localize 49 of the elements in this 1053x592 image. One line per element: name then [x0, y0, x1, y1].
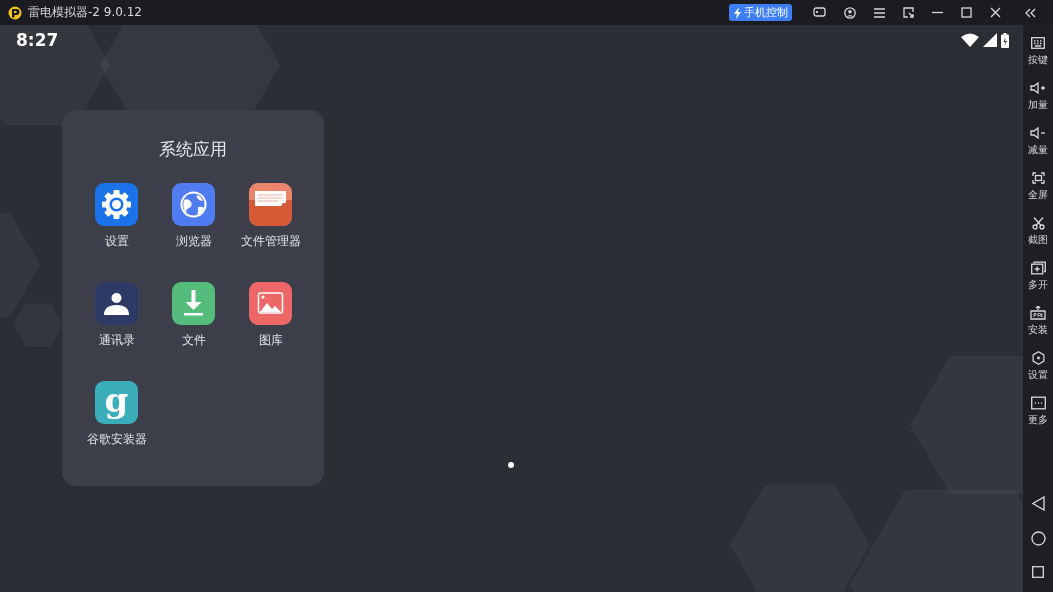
user-icon[interactable]	[844, 6, 856, 19]
app-logo-icon	[8, 5, 22, 20]
globe-icon[interactable]	[172, 183, 215, 226]
maximize-icon[interactable]	[961, 7, 972, 18]
battery-icon	[1001, 32, 1009, 48]
wifi-icon	[961, 33, 979, 47]
add-window-icon	[1030, 261, 1046, 275]
toolbar-button[interactable]: 设置	[1023, 351, 1053, 396]
app-label[interactable]: 通讯录	[98, 333, 135, 348]
gear-icon[interactable]	[95, 183, 138, 226]
signal-icon	[983, 33, 997, 47]
app-label[interactable]: 设置	[104, 234, 129, 249]
toolbar-button[interactable]: 多开	[1023, 261, 1053, 306]
toolbar-button[interactable]: 减量	[1023, 126, 1053, 171]
menu-icon[interactable]	[874, 7, 885, 18]
person-icon[interactable]	[95, 282, 138, 325]
speaker-minus-icon	[1030, 126, 1046, 140]
phone-control-button[interactable]: 手机控制	[729, 4, 792, 21]
more-icon	[1030, 396, 1046, 410]
fullscreen-icon	[1031, 171, 1045, 185]
install-package-icon	[1030, 306, 1046, 320]
app-label[interactable]: 浏览器	[175, 234, 212, 249]
speaker-plus-icon	[1030, 81, 1046, 95]
recents-icon[interactable]	[1032, 566, 1044, 578]
toolbar-button[interactable]: 按键	[1023, 36, 1053, 81]
scissors-icon	[1031, 216, 1045, 230]
window-arrow-icon[interactable]	[903, 7, 914, 18]
home-icon[interactable]	[1030, 531, 1046, 546]
lightning-icon	[733, 6, 742, 19]
app-label[interactable]: 文件管理器	[240, 234, 301, 249]
double-chevron-icon[interactable]	[1025, 7, 1036, 18]
close-icon[interactable]	[990, 7, 1001, 18]
hexagon-settings-icon	[1030, 351, 1046, 365]
back-icon[interactable]	[1031, 496, 1045, 511]
clock-time: 8:27	[16, 30, 59, 50]
download-icon[interactable]	[172, 282, 215, 325]
toolbar-button[interactable]: 截图	[1023, 216, 1053, 261]
app-label[interactable]: 图库	[258, 333, 283, 348]
toolbar-button[interactable]: 加量	[1023, 81, 1053, 126]
app-label[interactable]: 谷歌安装器	[86, 432, 147, 447]
toolbar-button[interactable]: 全屏	[1023, 171, 1053, 216]
image-icon[interactable]	[249, 282, 292, 325]
folder-icon[interactable]	[249, 183, 292, 226]
folder-title: 系统应用	[159, 138, 227, 161]
window-title: 雷电模拟器-2 9.0.12	[28, 4, 143, 21]
toolbar-button[interactable]: 更多	[1023, 396, 1053, 441]
app-label[interactable]: 文件	[181, 333, 206, 348]
toolbar-button[interactable]: 安装	[1023, 306, 1053, 351]
keyboard-icon	[1031, 36, 1045, 50]
